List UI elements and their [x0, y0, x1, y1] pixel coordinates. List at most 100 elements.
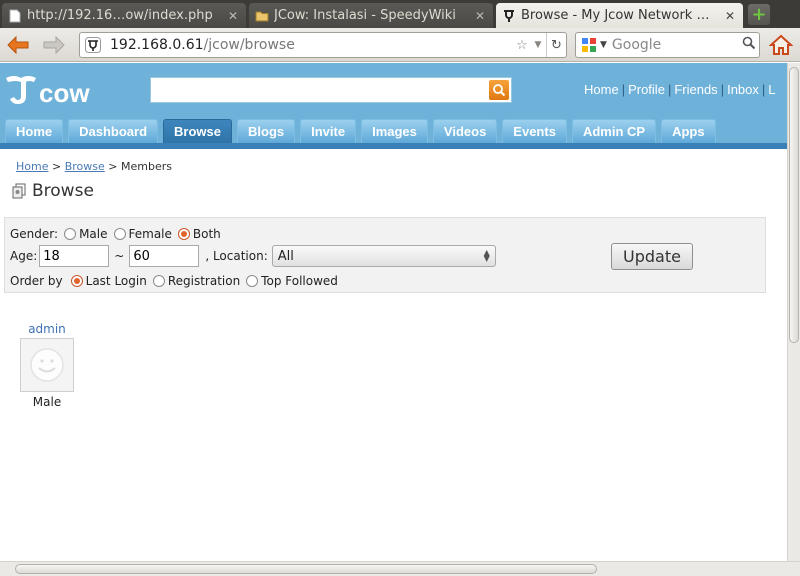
address-bar[interactable]: 192.168.0.61/jcow/browse ☆ ▼ ↻ [79, 32, 567, 58]
browser-tab-1[interactable]: http://192.16…ow/index.php ✕ [2, 3, 246, 28]
top-link-profile[interactable]: Profile [628, 82, 665, 97]
browser-tab-2[interactable]: JCow: Instalasi - SpeedyWiki ✕ [249, 3, 493, 28]
order-label: Order by [10, 274, 63, 288]
gender-both-label[interactable]: Both [193, 227, 221, 241]
browse-icon [11, 183, 27, 199]
top-links: Home | Profile | Friends | Inbox | L [584, 82, 776, 97]
site-header: cow Home | Profile | Friends | Inbox | L Home Da… [0, 63, 787, 143]
member-avatar[interactable] [20, 338, 74, 392]
order-registration-radio[interactable] [152, 275, 165, 287]
menu-browse[interactable]: Browse [163, 119, 232, 143]
top-link-friends[interactable]: Friends [674, 82, 717, 97]
tab-title: http://192.16…ow/index.php [27, 8, 213, 23]
page-title: Browse [11, 181, 94, 201]
history-dropdown-icon[interactable]: ▼ [530, 40, 546, 50]
back-button[interactable] [4, 32, 32, 58]
page-icon [8, 9, 22, 23]
browser-tab-3[interactable]: Browse - My Jcow Network … ✕ [496, 3, 743, 28]
age-max-input[interactable] [129, 245, 200, 267]
reload-icon[interactable]: ↻ [546, 33, 566, 57]
member-name-link[interactable]: admin [18, 322, 76, 336]
breadcrumb: Home > Browse > Members [16, 160, 172, 173]
order-last-login-radio[interactable] [70, 275, 83, 287]
top-link-inbox[interactable]: Inbox [727, 82, 759, 97]
forward-button[interactable] [40, 32, 68, 58]
url-path: /jcow/browse [203, 37, 295, 53]
close-tab-icon[interactable]: ✕ [723, 9, 737, 23]
menu-admin-cp[interactable]: Admin CP [571, 119, 657, 143]
search-icon[interactable] [739, 36, 759, 54]
gender-both-radio[interactable] [177, 228, 190, 240]
update-button[interactable]: Update [611, 243, 693, 270]
age-location-row: Age: ~ , Location: All ▲▼ [10, 245, 496, 267]
breadcrumb-separator: > [51, 160, 62, 173]
age-min-input[interactable] [39, 245, 110, 267]
breadcrumb-browse[interactable]: Browse [65, 160, 105, 173]
age-range-tilde: ~ [114, 249, 125, 263]
menu-blogs[interactable]: Blogs [237, 119, 296, 143]
menu-invite[interactable]: Invite [300, 119, 357, 143]
member-card: admin Male [18, 322, 76, 409]
back-arrow-icon [7, 35, 29, 55]
url-text: 192.168.0.61/jcow/browse [110, 37, 514, 53]
age-label: Age: [10, 249, 38, 263]
order-top-followed-radio[interactable] [246, 275, 259, 287]
browser-toolbar: 192.168.0.61/jcow/browse ☆ ▼ ↻ ▼ Google [0, 28, 800, 62]
location-label: , Location: [205, 249, 268, 263]
jcow-icon [502, 9, 516, 23]
horizontal-scroll-thumb[interactable] [15, 564, 597, 574]
search-bar[interactable]: ▼ Google [575, 32, 760, 58]
site-identity-icon[interactable] [82, 34, 104, 56]
order-last-login-label[interactable]: Last Login [86, 274, 147, 288]
menu-videos[interactable]: Videos [432, 119, 498, 143]
gender-label: Gender: [10, 227, 59, 241]
member-filter-form: Gender: Male Female Both Age: ~ , Locati… [4, 217, 766, 293]
gender-female-radio[interactable] [113, 228, 126, 240]
site-search-button[interactable] [489, 80, 509, 100]
folder-icon [255, 9, 269, 23]
top-link-home[interactable]: Home [584, 82, 619, 97]
gender-male-label[interactable]: Male [79, 227, 107, 241]
search-input[interactable]: Google [612, 37, 739, 53]
search-icon [493, 84, 506, 97]
location-value: All [277, 248, 294, 264]
page-viewport: cow Home | Profile | Friends | Inbox | L Home Da… [0, 63, 787, 561]
google-icon[interactable] [580, 36, 598, 54]
select-arrows-icon: ▲ ▼ [483, 248, 490, 263]
vertical-scroll-thumb[interactable] [789, 67, 799, 343]
header-divider [0, 143, 787, 149]
breadcrumb-separator: > [108, 160, 118, 173]
smiley-avatar-icon [30, 348, 64, 382]
breadcrumb-home[interactable]: Home [16, 160, 48, 173]
site-logo[interactable]: cow [4, 68, 90, 108]
forward-arrow-icon [43, 35, 65, 55]
close-tab-icon[interactable]: ✕ [226, 9, 240, 23]
order-registration-label[interactable]: Registration [168, 274, 240, 288]
order-row: Order by Last Login Registration Top Fol… [10, 274, 338, 288]
browser-tab-strip: http://192.16…ow/index.php ✕ JCow: Insta… [0, 0, 800, 28]
home-button[interactable] [766, 32, 796, 58]
logo-text: cow [39, 78, 90, 108]
site-search-input[interactable] [150, 77, 512, 103]
gender-female-label[interactable]: Female [129, 227, 172, 241]
menu-home[interactable]: Home [5, 119, 64, 143]
menu-events[interactable]: Events [502, 119, 567, 143]
menu-images[interactable]: Images [361, 119, 428, 143]
top-link-logout[interactable]: L [768, 82, 775, 97]
page-title-text: Browse [32, 181, 94, 201]
horizontal-scrollbar[interactable] [0, 561, 800, 576]
member-gender: Male [32, 395, 62, 409]
search-engine-dropdown-icon[interactable]: ▼ [600, 40, 607, 50]
new-tab-button[interactable]: + [748, 4, 770, 25]
gender-male-radio[interactable] [64, 228, 77, 240]
menu-dashboard[interactable]: Dashboard [68, 119, 159, 143]
location-select[interactable]: All ▲ ▼ [271, 245, 496, 267]
menu-apps[interactable]: Apps [661, 119, 716, 143]
url-host: 192.168.0.61 [110, 37, 204, 53]
home-icon [769, 34, 793, 55]
vertical-scrollbar[interactable] [787, 63, 800, 561]
gender-row: Gender: Male Female Both [10, 227, 221, 241]
bookmark-star-icon[interactable]: ☆ [514, 38, 530, 53]
close-tab-icon[interactable]: ✕ [473, 9, 487, 23]
order-top-followed-label[interactable]: Top Followed [261, 274, 338, 288]
